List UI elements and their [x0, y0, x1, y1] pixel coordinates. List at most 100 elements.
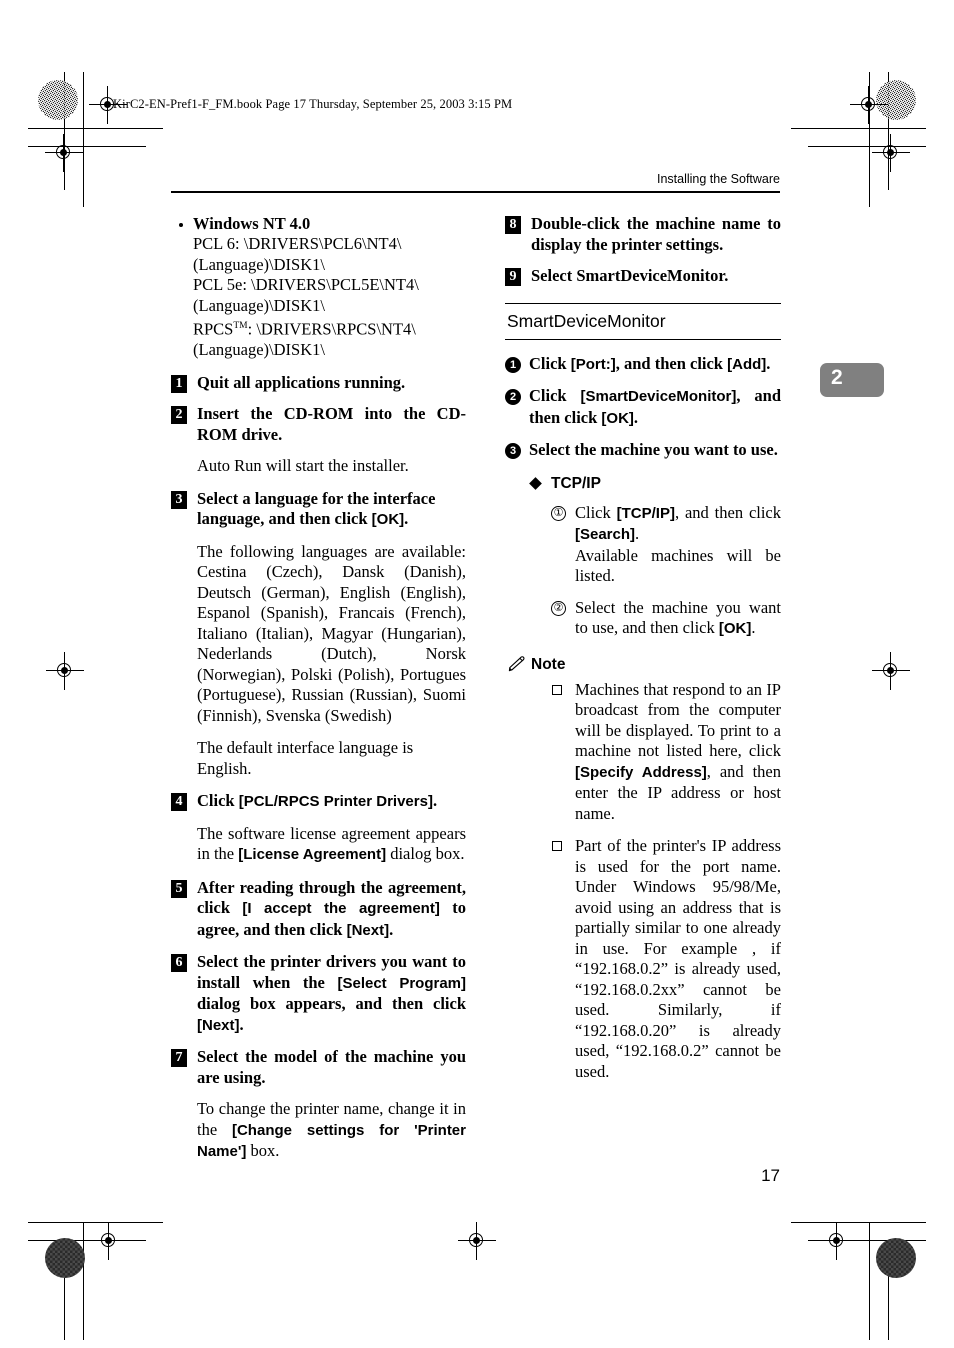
step-7: 7 Select the model of the machine you ar… [171, 1047, 466, 1088]
substep-badge: 2 [505, 389, 521, 406]
ui-label-ok: [OK] [371, 511, 405, 528]
driver-path-line: PCL 6: \DRIVERS\PCL6\NT4\ [193, 234, 402, 253]
rpcs-path: : \DRIVERS\RPCS\NT4\ [247, 319, 416, 339]
circled-numeral: ② [551, 600, 566, 616]
substep-text-part: . [766, 353, 771, 373]
trim-line [808, 146, 926, 148]
step-badge: 4 [171, 793, 187, 811]
trim-line [28, 146, 146, 148]
step-badge: 6 [171, 954, 187, 972]
note-item-2: Part of the printer's IP address is used… [505, 836, 781, 1082]
step-text: Quit all applications running. [197, 372, 406, 392]
ui-label-accept-agreement: [I accept the agreement] [242, 900, 440, 917]
section-title: SmartDeviceMonitor [507, 310, 666, 331]
substep-text: Click [SmartDeviceMonitor], and then cli… [529, 386, 781, 429]
step-badge: 5 [171, 879, 187, 898]
tcpip-item-text: Select the machine you want to use, and … [575, 598, 781, 640]
driver-paths: PCL 6: \DRIVERS\PCL6\NT4\ (Language)\DIS… [193, 234, 466, 361]
trim-line [791, 128, 926, 130]
ui-label-ok: [OK] [718, 620, 752, 638]
ui-label-smartdevicemonitor: [SmartDeviceMonitor] [580, 388, 737, 406]
substep-text-part: Click [529, 386, 581, 406]
ui-label-next: [Next] [346, 921, 390, 939]
registration-mark [818, 1222, 856, 1260]
note-label: Note [531, 655, 566, 673]
step-text: Select SmartDeviceMonitor. [531, 266, 729, 285]
tcpip-item-1: ① Click [TCP/IP], and then click [Search… [505, 503, 781, 587]
substep-text-part: . [633, 407, 639, 427]
substep-1: 1 Click [Port:], and then click [Add]. [505, 354, 781, 376]
ui-label-pcl-rpcs-drivers: [PCL/RPCS Printer Drivers] [238, 793, 433, 810]
substep-badge: 3 [505, 443, 521, 460]
running-head: Installing the Software [657, 172, 780, 186]
step-4: 4 Click [PCL/RPCS Printer Drivers]. [171, 791, 466, 813]
step-badge: 8 [505, 216, 521, 234]
step-text-part: . [389, 919, 394, 939]
ui-label-license-agreement: [License Agreement] [238, 846, 387, 863]
tcpip-item-2: ② Select the machine you want to use, an… [505, 598, 781, 640]
driver-path-line-rpcs: RPCSTM: \DRIVERS\RPCS\NT4\ [193, 316, 466, 340]
density-patch [45, 1238, 85, 1278]
square-bullet-icon [552, 684, 562, 695]
driver-path-line: (Language)\DISK1\ [193, 340, 325, 359]
step-3-body-default: The default interface language is Englis… [197, 738, 414, 778]
trademark-mark: TM [233, 321, 248, 331]
driver-path-line: PCL 5e: \DRIVERS\PCL5E\NT4\ [193, 275, 419, 294]
item-part: . [635, 524, 640, 544]
ui-label-add: [Add] [727, 355, 767, 373]
density-patch [876, 1238, 916, 1278]
trim-line [28, 128, 163, 130]
substep-badge: 1 [505, 356, 521, 373]
trim-line [83, 72, 85, 207]
registration-mark [872, 652, 910, 690]
right-column: 8 Double-click the machine name to displ… [505, 214, 781, 1094]
step-5: 5 After reading through the agreement, c… [171, 878, 466, 942]
substep-text-part: , and then click [615, 353, 728, 373]
substep-text-part: Click [529, 353, 571, 373]
trim-line [28, 1222, 163, 1224]
registration-mark [872, 134, 910, 172]
chapter-tab: 2 [820, 363, 884, 397]
ui-label-select-program: [Select Program] [337, 974, 466, 992]
step-6: 6 Select the printer drivers you want to… [171, 952, 466, 1036]
os-bullet-title: Windows NT 4.0 [193, 214, 311, 233]
registration-mark [90, 1222, 128, 1260]
step-badge: 2 [171, 406, 187, 424]
trim-line [28, 1240, 146, 1242]
tcpip-heading: TCP/IP [505, 475, 781, 493]
page-number: 17 [761, 1166, 780, 1185]
pencil-icon [508, 656, 525, 672]
step-9: 9 Select SmartDeviceMonitor. [505, 266, 781, 287]
registration-mark [458, 1222, 496, 1260]
os-bullet-item: Windows NT 4.0 PCL 6: \DRIVERS\PCL6\NT4\… [171, 214, 466, 361]
step-badge: 3 [171, 490, 187, 509]
note-item-text: Part of the printer's IP address is used… [575, 836, 781, 1081]
ui-label-next: [Next] [197, 1016, 240, 1034]
step-3-body-languages: The following languages are available: C… [197, 541, 466, 725]
driver-path-line: (Language)\DISK1\ [193, 254, 325, 274]
note-heading: Note [505, 656, 781, 674]
step-badge: 7 [171, 1049, 187, 1067]
item-part: Click [575, 502, 617, 522]
step-text-part: . [432, 791, 438, 810]
chapter-tab-number: 2 [831, 366, 843, 389]
step-3: 3 Select a language for the interface la… [171, 489, 466, 531]
item-part: . [751, 618, 756, 638]
step-text-part: Click [197, 791, 239, 810]
section-rule-bottom [505, 338, 781, 340]
tcpip-item-text: Click [TCP/IP], and then click [Search].… [575, 503, 781, 587]
step-text-part: . [404, 509, 409, 528]
step-badge: 1 [171, 374, 187, 393]
tcpip-heading-label: TCP/IP [551, 474, 601, 492]
ui-label-port: [Port:] [570, 355, 616, 373]
step-7-body: To change the printer name, change it in… [171, 1099, 466, 1163]
step-text-part: dialog box appears, and then click [197, 994, 466, 1013]
ui-label-specify-address: [Specify Address] [575, 763, 707, 781]
substep-3: 3 Select the machine you want to use. [505, 440, 781, 461]
smartdevicemonitor-section: SmartDeviceMonitor [505, 302, 781, 340]
item-part: , and then click [674, 502, 782, 522]
diamond-bullet-icon [529, 477, 542, 490]
substep-2: 2 Click [SmartDeviceMonitor], and then c… [505, 386, 781, 429]
file-stamp: KirC2-EN-Pref1-F_FM.book Page 17 Thursda… [113, 97, 513, 111]
ui-label-change-settings: [Change settings for 'Printer Name'] [197, 1121, 466, 1161]
